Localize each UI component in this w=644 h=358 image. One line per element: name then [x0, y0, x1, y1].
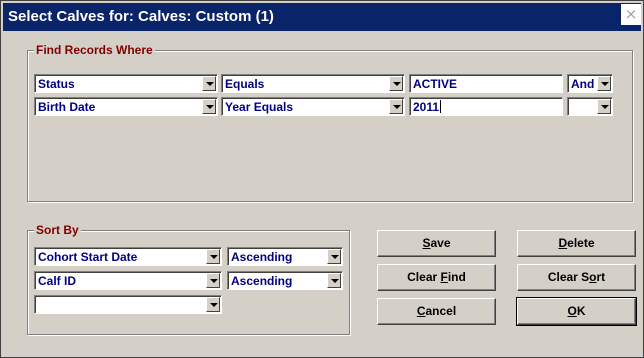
sort-field-value-1: Cohort Start Date — [38, 250, 138, 264]
delete-button[interactable]: Delete — [517, 230, 636, 257]
find-records-label: Find Records Where — [34, 43, 155, 57]
text-cursor — [440, 100, 442, 113]
sort-order-select-1[interactable]: Ascending — [227, 247, 343, 266]
sort-order-value-2: Ascending — [231, 274, 293, 288]
chevron-down-icon[interactable] — [327, 249, 341, 264]
find-field-select-1[interactable]: Status — [34, 74, 218, 93]
chevron-down-icon[interactable] — [206, 273, 220, 288]
chevron-down-icon[interactable] — [597, 99, 611, 114]
clear-find-button[interactable]: Clear Find — [377, 264, 496, 291]
find-conjunction-select-1[interactable]: And — [567, 74, 613, 93]
chevron-down-icon[interactable] — [202, 99, 216, 114]
find-operator-select-2[interactable]: Year Equals — [221, 97, 405, 116]
find-operator-value-1: Equals — [225, 77, 265, 91]
find-operator-value-2: Year Equals — [225, 100, 294, 114]
title-bar[interactable]: Select Calves for: Calves: Custom (1) — [3, 3, 641, 31]
find-field-value-1: Status — [38, 77, 75, 91]
sort-field-value-2: Calf ID — [38, 274, 77, 288]
chevron-down-icon[interactable] — [597, 76, 611, 91]
chevron-down-icon[interactable] — [206, 297, 220, 312]
find-field-value-2: Birth Date — [38, 100, 96, 114]
find-operator-select-1[interactable]: Equals — [221, 74, 405, 93]
find-value-text-1: ACTIVE — [413, 77, 458, 91]
find-records-group: Find Records Where — [27, 43, 633, 202]
chevron-down-icon[interactable] — [327, 273, 341, 288]
sort-field-select-2[interactable]: Calf ID — [34, 271, 222, 290]
window-title: Select Calves for: Calves: Custom (1) — [8, 8, 274, 25]
find-value-input-1[interactable]: ACTIVE — [409, 74, 563, 93]
dialog-window: Select Calves for: Calves: Custom (1) × … — [0, 0, 644, 358]
sort-order-value-1: Ascending — [231, 250, 293, 264]
clear-sort-button[interactable]: Clear Sort — [517, 264, 636, 291]
chevron-down-icon[interactable] — [202, 76, 216, 91]
chevron-down-icon[interactable] — [389, 76, 403, 91]
cancel-button[interactable]: Cancel — [377, 298, 496, 325]
sort-field-select-1[interactable]: Cohort Start Date — [34, 247, 222, 266]
sort-order-select-2[interactable]: Ascending — [227, 271, 343, 290]
sort-field-select-3[interactable] — [34, 295, 222, 314]
find-value-input-2[interactable]: 2011 — [409, 97, 563, 116]
save-button[interactable]: Save — [377, 230, 496, 257]
chevron-down-icon[interactable] — [389, 99, 403, 114]
sort-by-label: Sort By — [34, 223, 81, 237]
ok-button[interactable]: OK — [516, 297, 637, 326]
find-value-text-2: 2011 — [413, 100, 440, 114]
close-icon[interactable]: × — [621, 4, 641, 25]
chevron-down-icon[interactable] — [206, 249, 220, 264]
find-conjunction-value-1: And — [571, 77, 595, 91]
find-conjunction-select-2[interactable] — [567, 97, 613, 116]
find-field-select-2[interactable]: Birth Date — [34, 97, 218, 116]
